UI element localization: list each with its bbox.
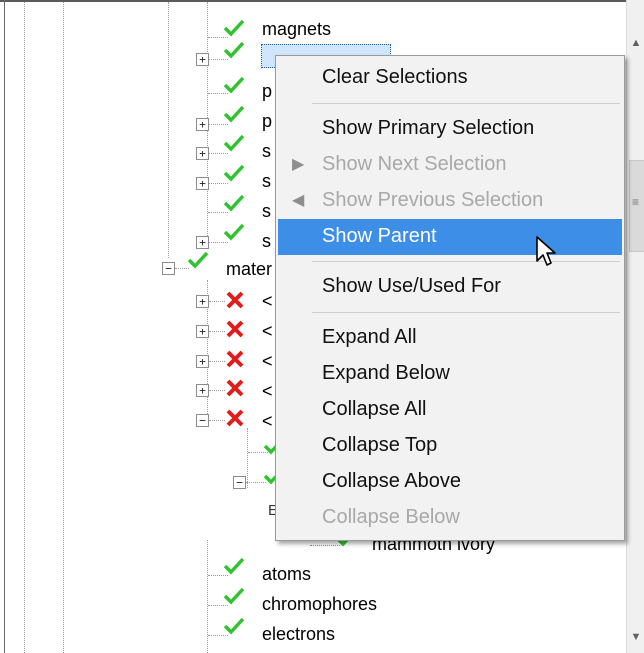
check-icon bbox=[223, 134, 245, 152]
tree-connector bbox=[209, 420, 225, 421]
tree-node-p2[interactable]: p bbox=[262, 110, 272, 132]
tree-node-x5[interactable]: < bbox=[262, 410, 273, 432]
scroll-up-arrow-icon[interactable]: ▲ bbox=[627, 34, 644, 52]
check-icon bbox=[223, 41, 245, 59]
check-icon bbox=[187, 251, 209, 269]
check-icon bbox=[223, 557, 245, 575]
tree-node-x4[interactable]: < bbox=[262, 380, 273, 402]
menu-item-label: Show Use/Used For bbox=[322, 275, 501, 297]
tree-guide-line bbox=[247, 428, 248, 488]
menu-item-label: Collapse Above bbox=[322, 470, 461, 492]
tree-guide-line bbox=[168, 2, 169, 258]
expand-toggle[interactable]: + bbox=[196, 53, 209, 66]
tree-node-atoms[interactable]: atoms bbox=[262, 563, 311, 585]
tree-connector bbox=[209, 390, 225, 391]
x-icon bbox=[226, 291, 244, 309]
tree-connector bbox=[209, 361, 225, 362]
menu-item-expand-below[interactable]: Expand Below bbox=[278, 356, 622, 392]
menu-item-collapse-top[interactable]: Collapse Top bbox=[278, 428, 622, 464]
expand-toggle[interactable]: + bbox=[196, 236, 209, 249]
menu-item-label: Collapse Below bbox=[322, 506, 460, 528]
tree-node-materials[interactable]: mater bbox=[226, 258, 272, 280]
check-icon bbox=[223, 194, 245, 212]
menu-separator bbox=[312, 312, 620, 313]
check-icon bbox=[223, 105, 245, 123]
expand-toggle[interactable]: + bbox=[196, 118, 209, 131]
scrollbar-grip-icon: ≡ bbox=[632, 195, 640, 209]
tree-guide-line bbox=[63, 2, 64, 653]
check-icon bbox=[223, 587, 245, 605]
tree-connector bbox=[209, 301, 225, 302]
mouse-pointer-icon bbox=[536, 236, 556, 266]
x-icon bbox=[226, 320, 244, 338]
tree-guide-line bbox=[24, 2, 25, 653]
tree-node-electrons[interactable]: electrons bbox=[262, 623, 335, 645]
menu-item-label: Show Parent bbox=[322, 225, 437, 247]
menu-item-label: Show Next Selection bbox=[322, 153, 507, 175]
menu-item-label: Collapse All bbox=[322, 398, 427, 420]
next-arrow-icon: ▶ bbox=[292, 156, 305, 173]
tree-node-x3[interactable]: < bbox=[262, 350, 273, 372]
menu-item-show-parent[interactable]: Show Parent bbox=[278, 219, 622, 255]
tree-node-s1[interactable]: s bbox=[262, 140, 271, 162]
x-icon bbox=[226, 350, 244, 368]
expand-toggle[interactable]: + bbox=[196, 147, 209, 160]
x-icon bbox=[226, 409, 244, 427]
tree-guide-line bbox=[207, 540, 208, 653]
tree-connector bbox=[209, 153, 228, 154]
check-icon bbox=[223, 617, 245, 635]
tree-connector bbox=[209, 242, 228, 243]
menu-item-label: Collapse Top bbox=[322, 434, 438, 456]
tree-node-magnets[interactable]: magnets bbox=[262, 18, 331, 40]
vertical-scrollbar[interactable]: ▲ ≡ ▼ bbox=[626, 0, 644, 653]
expand-toggle[interactable]: + bbox=[196, 325, 209, 338]
left-border bbox=[4, 0, 5, 653]
expand-toggle[interactable]: + bbox=[196, 295, 209, 308]
tree-node-s2[interactable]: s bbox=[262, 170, 271, 192]
tree-node-p1[interactable]: p bbox=[262, 80, 272, 102]
menu-separator bbox=[312, 103, 620, 104]
tree-connector bbox=[209, 124, 228, 125]
menu-separator bbox=[312, 261, 620, 262]
check-icon bbox=[223, 223, 245, 241]
top-border bbox=[0, 0, 626, 2]
menu-item-expand-all[interactable]: Expand All bbox=[278, 320, 622, 356]
menu-item-show-previous-selection: ◀ Show Previous Selection bbox=[278, 183, 622, 219]
menu-item-show-next-selection: ▶ Show Next Selection bbox=[278, 147, 622, 183]
tree-node-s3[interactable]: s bbox=[262, 200, 271, 222]
menu-item-collapse-below: Collapse Below bbox=[278, 500, 622, 536]
expand-toggle[interactable]: + bbox=[196, 355, 209, 368]
context-menu: Clear Selections Show Primary Selection … bbox=[275, 55, 625, 541]
tree-node-s4[interactable]: s bbox=[262, 230, 271, 252]
tree-connector bbox=[209, 331, 225, 332]
scroll-down-arrow-icon[interactable]: ▼ bbox=[627, 628, 644, 646]
tree-node-chromophores[interactable]: chromophores bbox=[262, 593, 377, 615]
check-icon bbox=[223, 164, 245, 182]
menu-item-collapse-all[interactable]: Collapse All bbox=[278, 392, 622, 428]
menu-item-label: Expand All bbox=[322, 326, 417, 348]
menu-item-show-primary-selection[interactable]: Show Primary Selection bbox=[278, 111, 622, 147]
menu-item-show-use-used-for[interactable]: Show Use/Used For bbox=[278, 269, 622, 305]
check-icon bbox=[223, 76, 245, 94]
menu-item-collapse-above[interactable]: Collapse Above bbox=[278, 464, 622, 500]
menu-item-label: Show Previous Selection bbox=[322, 189, 544, 211]
menu-item-label: Expand Below bbox=[322, 362, 450, 384]
scrollbar-thumb[interactable]: ≡ bbox=[629, 160, 644, 252]
expand-toggle[interactable]: + bbox=[196, 384, 209, 397]
collapse-toggle[interactable]: − bbox=[162, 262, 175, 275]
previous-arrow-icon: ◀ bbox=[292, 192, 305, 209]
menu-item-clear-selections[interactable]: Clear Selections bbox=[278, 60, 622, 96]
collapse-toggle[interactable]: − bbox=[233, 476, 246, 489]
menu-item-label: Show Primary Selection bbox=[322, 117, 535, 139]
tree-connector bbox=[209, 183, 228, 184]
x-icon bbox=[226, 379, 244, 397]
tree-node-x1[interactable]: < bbox=[262, 290, 273, 312]
check-icon bbox=[223, 19, 245, 37]
menu-item-label: Clear Selections bbox=[322, 66, 468, 88]
tree-node-x2[interactable]: < bbox=[262, 320, 273, 342]
collapse-toggle[interactable]: − bbox=[196, 414, 209, 427]
expand-toggle[interactable]: + bbox=[196, 177, 209, 190]
